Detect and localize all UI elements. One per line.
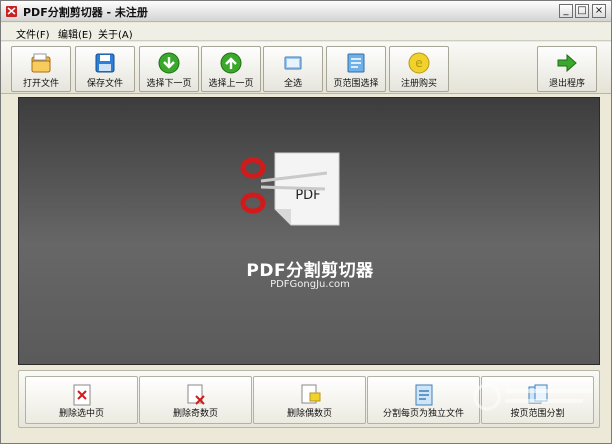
select-all-button[interactable]: 全选 [263,46,323,92]
logo-pdf-text: PDF [295,188,320,203]
open-file-button[interactable]: 打开文件 [11,46,71,92]
arrow-up-circle-icon [220,52,242,74]
split-pages-icon [415,384,432,406]
select-next-page-label: 选择下一页 [146,79,192,89]
floppy-disk-icon [95,53,115,73]
save-file-button[interactable]: 保存文件 [75,46,135,92]
product-title: PDF分割剪切器 [246,261,374,281]
delete-even-pages-icon [301,384,320,404]
main-preview-panel: PDF PDF分割剪切器 PDFGongJu.com [18,97,600,365]
exit-program-button[interactable]: 退出程序 [537,46,597,92]
delete-odd-pages-icon [187,384,205,405]
delete-even-pages-button[interactable]: 删除偶数页 [253,376,366,424]
split-each-page-label: 分割每页为独立文件 [382,409,464,419]
app-scissors-icon [6,6,17,17]
delete-even-pages-label: 删除偶数页 [286,409,332,419]
arrow-down-circle-icon [158,52,180,74]
folder-icon [31,53,51,73]
delete-selected-pages-label: 删除选中页 [58,409,104,419]
register-buy-label: 注册购买 [400,79,437,89]
app-window: PDF分割剪切器 - 未注册 _ □ × 文件(F) 编辑(E) 关于(A) 打… [0,0,612,444]
site-watermark-logo [473,383,593,411]
menu-edit[interactable]: 编辑(E) [58,26,92,41]
split-each-page-button[interactable]: 分割每页为独立文件 [367,376,480,424]
select-all-icon [284,56,302,70]
product-website: PDFGongJu.com [270,279,350,290]
exit-program-label: 退出程序 [548,79,585,89]
exit-arrow-icon [557,53,577,73]
select-next-page-button[interactable]: 选择下一页 [139,46,199,92]
page-range-icon [347,53,365,73]
delete-page-icon [73,384,90,406]
delete-odd-pages-label: 删除奇数页 [172,409,218,419]
menu-about[interactable]: 关于(A) [98,26,133,41]
toolbar: 打开文件 保存文件 选择下一页 选择上一页 全选 页范围选择 e 注册购买 退出… [1,42,611,94]
select-prev-page-button[interactable]: 选择上一页 [201,46,261,92]
coin-icon: e [408,52,430,74]
pdf-scissors-logo-icon: PDF [240,152,340,226]
register-buy-button[interactable]: e 注册购买 [389,46,449,92]
page-range-select-label: 页范围选择 [333,79,379,89]
title-bar[interactable]: PDF分割剪切器 - 未注册 _ □ × [1,1,611,22]
save-file-label: 保存文件 [86,79,123,89]
close-button[interactable]: × [592,4,606,18]
maximize-button[interactable]: □ [575,4,589,18]
minimize-button[interactable]: _ [559,4,573,18]
select-prev-page-label: 选择上一页 [208,79,254,89]
select-all-label: 全选 [283,79,302,89]
open-file-label: 打开文件 [22,79,59,89]
svg-text:e: e [415,56,422,70]
delete-selected-pages-button[interactable]: 删除选中页 [25,376,138,424]
delete-odd-pages-button[interactable]: 删除奇数页 [139,376,252,424]
page-range-select-button[interactable]: 页范围选择 [326,46,386,92]
menu-bar: 文件(F) 编辑(E) 关于(A) [1,23,611,41]
window-title: PDF分割剪切器 - 未注册 [23,6,148,19]
menu-file[interactable]: 文件(F) [16,26,50,41]
